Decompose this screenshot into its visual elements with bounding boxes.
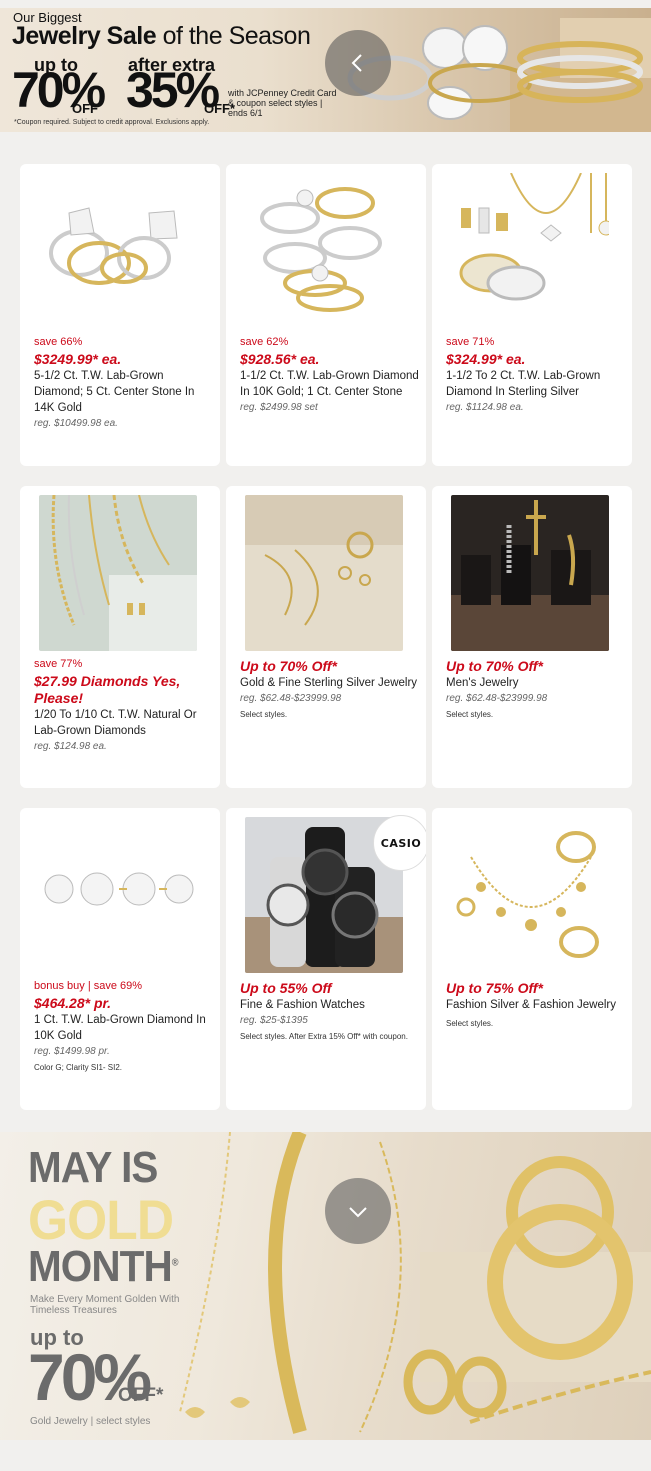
product-name[interactable]: Fashion Silver & Fashion Jewelry [446, 997, 626, 1013]
gold-banner-footer: Gold Jewelry | select styles [30, 1416, 151, 1427]
product-card[interactable]: save 71% $324.99* ea. 1-1/2 To 2 Ct. T.W… [432, 164, 632, 466]
product-image [39, 817, 197, 973]
product-card[interactable]: save 62% $928.56* ea. 1-1/2 Ct. T.W. Lab… [226, 164, 426, 466]
product-note: Select styles. [446, 710, 494, 719]
product-info: Up to 75% Off* Fashion Silver & Fashion … [446, 980, 626, 1031]
gold-banner-line1: MAY IS [28, 1143, 158, 1192]
regular-price: reg. $25-$1395 [240, 1015, 308, 1026]
price: $3249.99* ea. [34, 351, 122, 367]
gold-banner-subtitle: Make Every Moment Golden With Timeless T… [30, 1294, 180, 1316]
gold-banner-line2: GOLD [28, 1188, 174, 1251]
price: $27.99 Diamonds Yes, Please! [34, 673, 181, 706]
product-name[interactable]: Men's Jewelry [446, 675, 626, 691]
regular-price: reg. $1124.98 ea. [446, 402, 524, 413]
regular-price: reg. $10499.98 ea. [34, 418, 118, 429]
casio-logo-badge: CASIO [373, 815, 426, 871]
product-info: save 71% $324.99* ea. 1-1/2 To 2 Ct. T.W… [446, 336, 626, 413]
gold-banner-off: OFF* [118, 1385, 164, 1406]
product-note: Color G; Clarity SI1- SI2. [34, 1063, 123, 1072]
product-image [451, 173, 609, 329]
carousel-next-button[interactable] [325, 1178, 391, 1244]
product-image [451, 817, 609, 973]
offer-label: Up to 55% Off [240, 980, 332, 996]
regular-price: reg. $62.48-$23999.98 [240, 693, 342, 704]
product-info: Up to 70% Off* Men's Jewelry reg. $62.48… [446, 658, 626, 722]
product-note: Select styles. [240, 710, 288, 719]
product-info: save 66% $3249.99* ea. 5-1/2 Ct. T.W. La… [34, 336, 214, 429]
gold-banner-line3: MONTH® [28, 1242, 179, 1291]
banner-card-details: with JCPenney Credit Card & coupon selec… [228, 88, 337, 118]
product-card[interactable]: save 77% $27.99 Diamonds Yes, Please! 1/… [20, 486, 220, 788]
product-image [451, 495, 609, 651]
banner-headline: Jewelry Sale of the Season [12, 22, 311, 50]
product-info: Up to 55% Off Fine & Fashion Watches reg… [240, 980, 420, 1044]
product-image [245, 495, 403, 651]
save-label: save 77% [34, 658, 83, 670]
product-card[interactable]: Up to 75% Off* Fashion Silver & Fashion … [432, 808, 632, 1110]
offer-label: Up to 70% Off* [240, 658, 337, 674]
product-note: Select styles. [446, 1019, 494, 1028]
product-image [39, 495, 197, 651]
price: $928.56* ea. [240, 351, 320, 367]
product-info: save 77% $27.99 Diamonds Yes, Please! 1/… [34, 658, 214, 752]
product-name[interactable]: 1/20 To 1/10 Ct. T.W. Natural Or Lab-Gro… [34, 707, 214, 739]
product-info: bonus buy | save 69% $464.28* pr. 1 Ct. … [34, 980, 214, 1075]
product-info: save 62% $928.56* ea. 1-1/2 Ct. T.W. Lab… [240, 336, 420, 413]
regular-price: reg. $1499.98 pr. [34, 1046, 110, 1057]
gold-month-banner[interactable]: MAY IS GOLD MONTH® Make Every Moment Gol… [0, 1132, 651, 1440]
product-card[interactable]: CASIO Up to 55% Off Fine & Fashion Watch… [226, 808, 426, 1110]
save-label: save 66% [34, 336, 83, 348]
product-card[interactable]: save 66% $3249.99* ea. 5-1/2 Ct. T.W. La… [20, 164, 220, 466]
product-card[interactable]: bonus buy | save 69% $464.28* pr. 1 Ct. … [20, 808, 220, 1110]
product-name[interactable]: Gold & Fine Sterling Silver Jewelry [240, 675, 420, 691]
save-label: save 62% [240, 336, 289, 348]
regular-price: reg. $62.48-$23999.98 [446, 693, 548, 704]
product-note: Select styles. After Extra 15% Off* with… [240, 1032, 408, 1041]
banner-off-1: OFF [72, 101, 98, 116]
price: $464.28* pr. [34, 995, 112, 1011]
product-image [39, 173, 197, 329]
product-info: Up to 70% Off* Gold & Fine Sterling Silv… [240, 658, 420, 722]
price: $324.99* ea. [446, 351, 526, 367]
regular-price: reg. $124.98 ea. [34, 741, 107, 752]
product-name[interactable]: 5-1/2 Ct. T.W. Lab-Grown Diamond; 5 Ct. … [34, 368, 214, 416]
product-card[interactable]: Up to 70% Off* Gold & Fine Sterling Silv… [226, 486, 426, 788]
save-label: bonus buy | save 69% [34, 980, 143, 992]
offer-label: Up to 75% Off* [446, 980, 543, 996]
save-label: save 71% [446, 336, 495, 348]
regular-price: reg. $2499.98 set [240, 402, 318, 413]
product-name[interactable]: 1-1/2 To 2 Ct. T.W. Lab-Grown Diamond In… [446, 368, 626, 400]
chevron-down-icon [349, 1207, 367, 1218]
top-promo-banner[interactable]: Our Biggest Jewelry Sale of the Season u… [0, 8, 651, 132]
carousel-prev-button[interactable] [325, 30, 391, 96]
offer-label: Up to 70% Off* [446, 658, 543, 674]
product-card[interactable]: Up to 70% Off* Men's Jewelry reg. $62.48… [432, 486, 632, 788]
product-name[interactable]: Fine & Fashion Watches [240, 997, 420, 1013]
banner-fine-print: *Coupon required. Subject to credit appr… [14, 119, 210, 126]
casio-logo-text: CASIO [380, 836, 422, 850]
chevron-left-icon [351, 54, 362, 72]
product-image [245, 173, 403, 329]
product-name[interactable]: 1-1/2 Ct. T.W. Lab-Grown Diamond In 10K … [240, 368, 420, 400]
product-name[interactable]: 1 Ct. T.W. Lab-Grown Diamond In 10K Gold [34, 1012, 214, 1044]
